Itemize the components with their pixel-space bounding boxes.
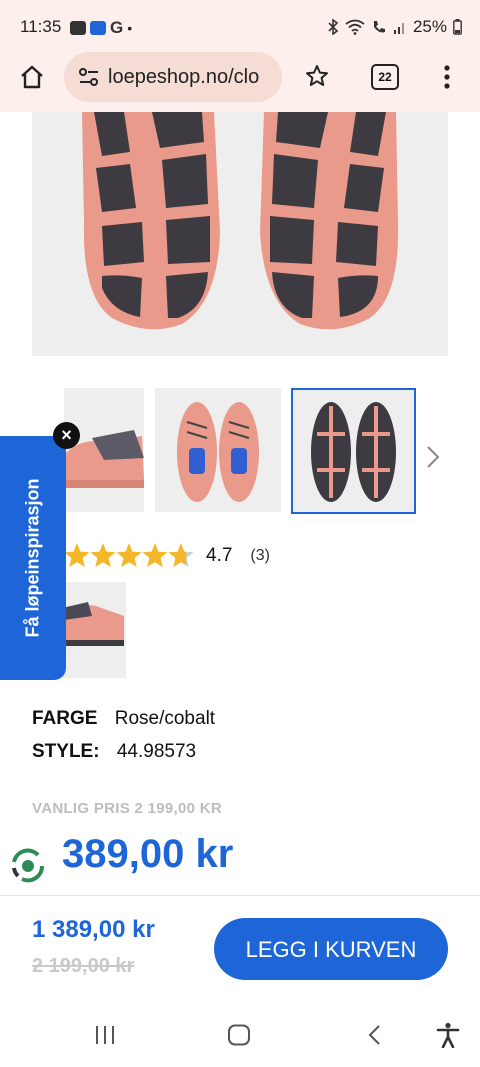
accessibility-icon[interactable] [436,1022,460,1048]
rating-stars [64,543,194,567]
product-main-image[interactable] [32,112,448,356]
style-value: 44.98573 [116,741,197,762]
url-text[interactable]: loepeshop.no/clo [108,66,259,89]
product-price: 389,00 kr [62,832,234,876]
add-to-cart-button[interactable]: LEGG I KURVEN [214,918,448,980]
thumbnail-top[interactable] [155,388,281,512]
recent-apps-icon[interactable] [94,1024,116,1046]
battery-text: 25% [412,17,447,36]
home-icon[interactable] [19,64,45,90]
call-icon [373,21,385,33]
thumbnail-side[interactable] [64,388,144,512]
site-settings-icon[interactable] [78,67,100,87]
back-icon[interactable] [366,1024,382,1046]
list-price: VANLIG PRIS 2 199,00 KR [32,800,223,817]
signal-icon [393,23,404,34]
chevron-right-icon[interactable] [424,444,442,470]
side-tab-label: Få løpeinspirasjon [22,478,43,638]
gallery-icon [70,21,86,35]
system-icons: 25% [327,17,462,37]
color-value: Rose/cobalt [114,708,216,729]
home-nav-icon[interactable] [227,1024,251,1046]
recycle-badge-icon [10,848,46,884]
tab-switcher-button[interactable]: 22 [371,64,399,90]
color-attribute: FARGE Rose/cobalt [32,708,215,730]
cart-bar-old-price: 2 199,00 kr [32,955,135,977]
app-icon [90,21,106,35]
bookmark-star-icon[interactable] [305,64,329,88]
wifi-icon [345,19,365,35]
close-icon[interactable]: × [53,422,80,449]
rating-count: (3) [250,547,270,564]
rating-value: 4.7 [206,545,233,566]
shoe-soles-image [82,112,399,330]
clock: 11:35 [20,17,62,36]
dot-icon: • [127,20,133,36]
browser-toolbar: loepeshop.no/clo 22 [0,52,480,112]
product-rating[interactable]: 4.7 (3) [64,540,270,572]
system-nav-bar [0,1000,480,1067]
style-attribute: STYLE: 44.98573 [32,741,196,763]
battery-icon [453,19,462,35]
bluetooth-icon [328,19,339,35]
style-label: STYLE: [32,741,100,762]
status-bar: 11:35 G • 25% [0,0,480,52]
thumbnail-sole-selected[interactable] [291,388,416,514]
inspiration-side-tab[interactable]: Få løpeinspirasjon [0,436,66,680]
google-icon: G [110,18,124,37]
notification-icons: G • [70,18,132,38]
cart-bar-price: 1 389,00 kr [32,916,155,943]
color-label: FARGE [32,708,98,729]
more-menu-icon[interactable] [443,64,451,90]
